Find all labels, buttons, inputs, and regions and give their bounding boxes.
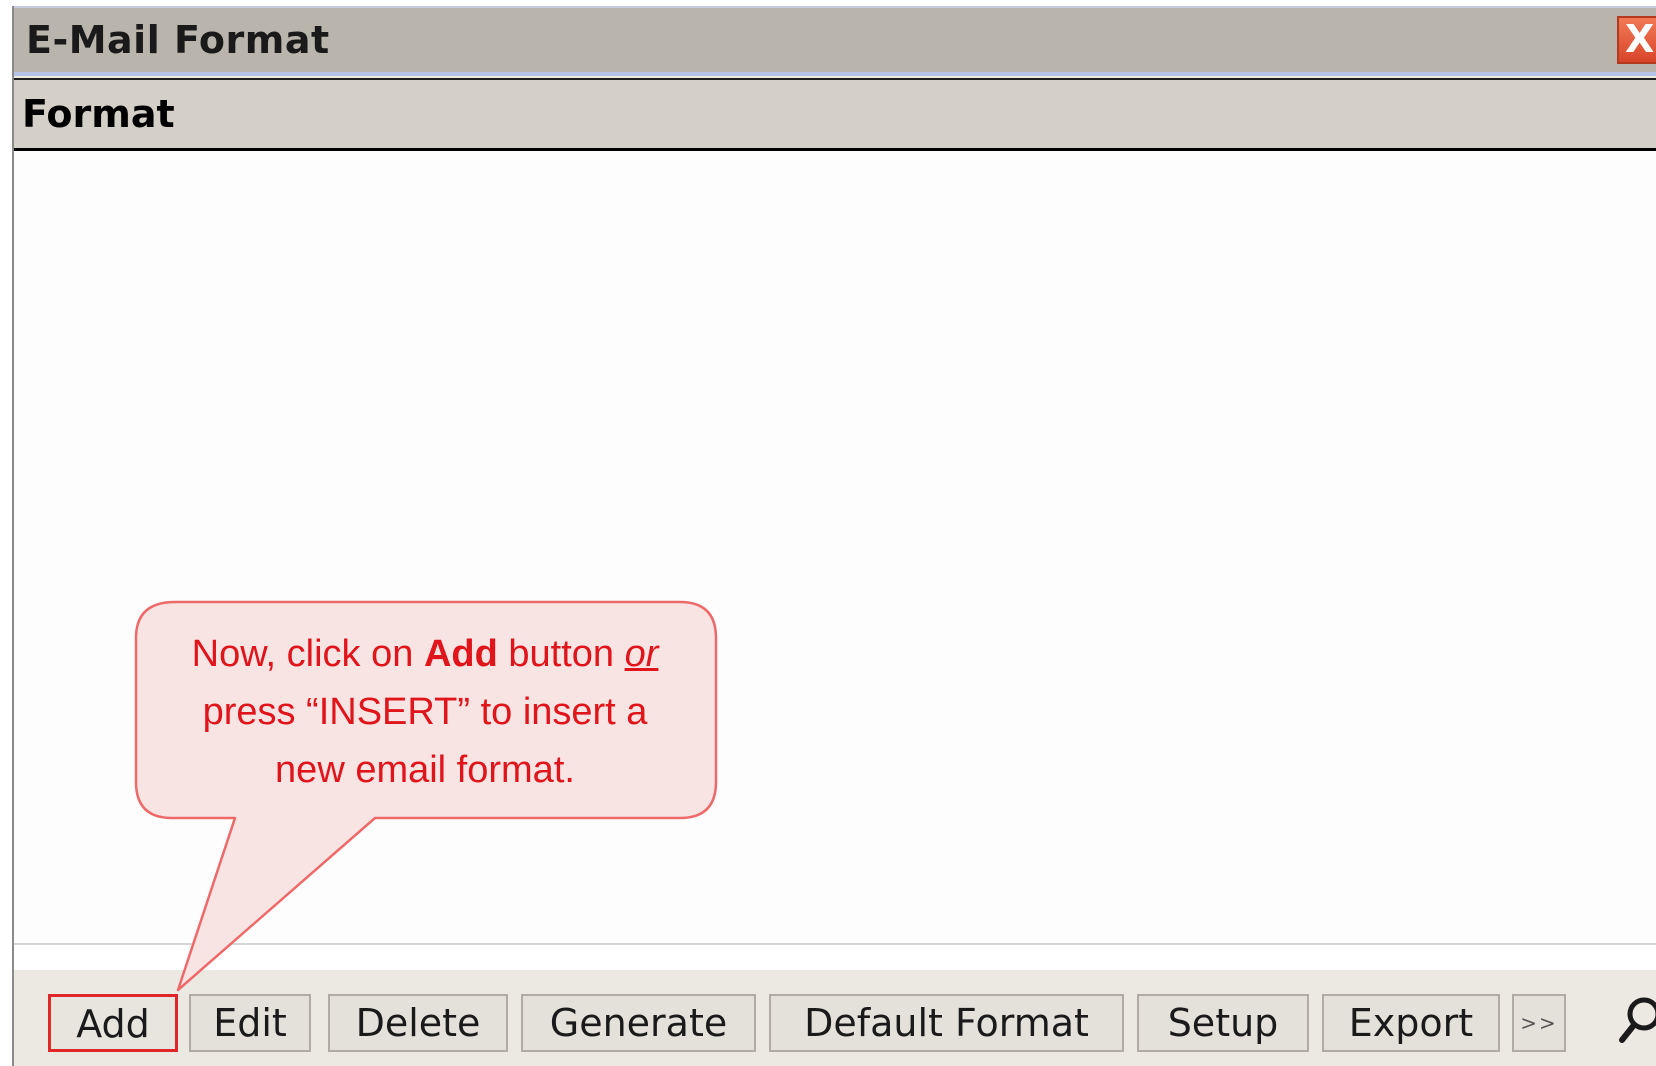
table-row[interactable] xyxy=(14,481,1656,549)
edit-button[interactable]: Edit xyxy=(189,994,311,1052)
callout-text-segment: button xyxy=(497,633,625,675)
toolbar: Add Edit Delete Generate Default Format … xyxy=(14,970,1656,1066)
export-button[interactable]: Export xyxy=(1322,994,1500,1052)
add-button[interactable]: Add xyxy=(48,994,178,1052)
table-row[interactable] xyxy=(14,349,1656,417)
callout-text-segment: Now, click on xyxy=(191,633,424,675)
search-icon[interactable] xyxy=(1614,990,1656,1050)
setup-button[interactable]: Setup xyxy=(1137,994,1309,1052)
table-row[interactable] xyxy=(14,283,1656,351)
table-row[interactable] xyxy=(14,415,1656,483)
email-format-window: E-Mail Format X Format Add Edit Delete G… xyxy=(12,6,1656,1066)
more-buttons[interactable]: >> xyxy=(1512,994,1566,1052)
column-header-format[interactable]: Format xyxy=(14,80,1656,151)
callout-text: Now, click on Add button or press “INSER… xyxy=(140,625,710,799)
table-row[interactable] xyxy=(14,811,1656,879)
generate-button[interactable]: Generate xyxy=(521,994,756,1052)
callout-line-2: press “INSERT” to insert a xyxy=(202,691,648,733)
close-button[interactable]: X xyxy=(1617,16,1656,64)
table-row[interactable] xyxy=(14,877,1656,945)
callout-italic-or: or xyxy=(624,633,659,675)
table-row[interactable] xyxy=(14,217,1656,285)
delete-button[interactable]: Delete xyxy=(328,994,508,1052)
window-title: E-Mail Format xyxy=(26,18,330,62)
table-row[interactable] xyxy=(14,151,1656,219)
title-bar[interactable]: E-Mail Format xyxy=(14,6,1656,76)
table-row[interactable] xyxy=(14,547,1656,615)
default-format-button[interactable]: Default Format xyxy=(769,994,1124,1052)
close-icon: X xyxy=(1625,17,1655,61)
format-grid[interactable]: Format xyxy=(14,78,1656,972)
callout-bold-add: Add xyxy=(423,633,498,675)
callout-line-1: Now, click on Add button or xyxy=(140,625,710,683)
column-header-label: Format xyxy=(22,92,175,136)
callout-line-3: new email format. xyxy=(275,749,575,791)
